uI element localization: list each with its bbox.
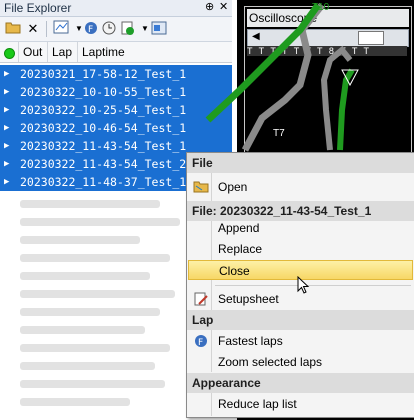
menu-item-label: Setupsheet [218,292,279,306]
mouse-cursor-icon [297,276,310,294]
menu-section-appearance: Appearance [187,373,414,393]
svg-text:F: F [198,338,203,348]
trace-green-right [337,68,355,151]
filter-icon: F [193,333,209,349]
menu-item-open[interactable]: Open [188,177,413,197]
menu-item-label: Reduce lap list [218,397,297,411]
menu-item-label: Zoom selected laps [218,355,323,369]
open-folder-icon [193,179,209,195]
trace-green [205,2,321,123]
menu-item-label: Fastest laps [218,334,283,348]
menu-section-file: File [187,153,414,173]
menu-divider [215,285,411,286]
trace-label: T10 [312,2,330,13]
menu-item-label: Close [219,264,250,278]
menu-item-zoom-selected-laps[interactable]: Zoom selected laps [188,352,413,372]
menu-item-fastest-laps[interactable]: F Fastest laps [188,331,413,351]
menu-item-label: Open [218,180,248,194]
menu-section-lap: Lap [187,310,414,330]
document-edit-icon [193,291,209,307]
menu-item-label: Replace [218,242,263,256]
menu-item-label: Append [218,221,260,235]
menu-item-append[interactable]: Append [188,218,413,238]
menu-item-replace[interactable]: Replace [188,239,413,259]
menu-item-reduce-lap-list[interactable]: Reduce lap list [188,394,413,414]
trace-label: T7 [273,128,285,139]
